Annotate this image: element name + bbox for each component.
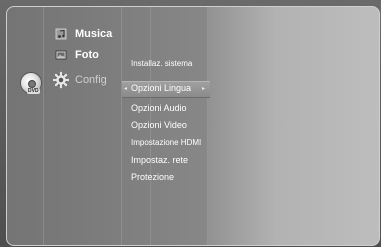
submenu-item-protezione[interactable]: Protezione xyxy=(131,172,174,182)
menu-item-foto[interactable]: Foto xyxy=(53,46,99,64)
arrow-right-icon: ▸ xyxy=(202,86,206,92)
submenu-item-impostazione-hdmi[interactable]: Impostazione HDMI xyxy=(131,138,201,147)
menu-item-config[interactable]: Config xyxy=(53,71,107,89)
menu-item-label: Musica xyxy=(75,28,113,40)
photo-icon xyxy=(53,47,69,63)
menu-item-musica[interactable]: Musica xyxy=(53,25,112,43)
submenu-item-opzioni-lingua[interactable]: Opzioni Lingua xyxy=(131,83,191,93)
disc-label: DVD xyxy=(27,88,40,94)
column-divider xyxy=(121,7,122,245)
submenu-item-opzioni-video[interactable]: Opzioni Video xyxy=(131,120,187,130)
tv-menu-screen: DVD Musica Foto Config ◂ ▸ Installaz. si… xyxy=(0,0,381,247)
submenu-item-impostaz-rete[interactable]: Impostaz. rete xyxy=(131,155,188,165)
menu-item-label: Config xyxy=(75,74,107,86)
column-divider xyxy=(43,7,44,245)
submenu-item-installaz-sistema[interactable]: Installaz. sistema xyxy=(131,59,192,68)
submenu-item-opzioni-audio[interactable]: Opzioni Audio xyxy=(131,103,187,113)
menu-item-label: Foto xyxy=(75,49,99,61)
arrow-left-icon: ◂ xyxy=(124,86,128,92)
right-panel xyxy=(207,7,379,245)
music-note-icon xyxy=(53,26,69,42)
menu-frame: DVD Musica Foto Config ◂ ▸ Installaz. si… xyxy=(6,6,380,246)
column-divider xyxy=(207,7,208,245)
gear-icon xyxy=(53,71,69,89)
